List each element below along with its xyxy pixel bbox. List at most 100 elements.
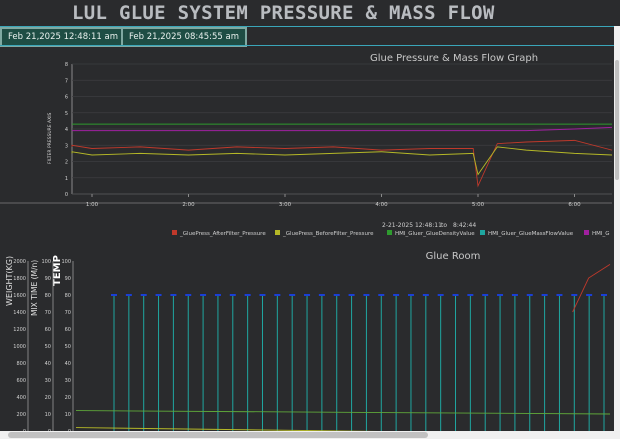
- chart1-series-line: [71, 146, 613, 176]
- chart1-grid: [0, 63, 612, 204]
- glue-room-tick-label: 40: [65, 361, 71, 367]
- pulse-marker: [511, 294, 518, 296]
- pulse-marker: [407, 294, 414, 296]
- glue-room-tick-label: 600: [16, 378, 26, 384]
- chart1-series: [71, 123, 613, 188]
- glue-room-tick-label: 100: [41, 259, 51, 265]
- chart1-x-tick-label: 2:00: [182, 202, 195, 208]
- legend-item: HMI_Gluer_GlueDensityValue: [395, 231, 475, 237]
- pulse-marker: [526, 294, 533, 296]
- glue-room-tick-label: 1400: [13, 310, 26, 316]
- pulse-marker: [497, 294, 504, 296]
- horizontal-scrollbar-thumb[interactable]: [8, 432, 428, 438]
- glue-room-tick-label: 400: [16, 395, 26, 401]
- chart1-x-tick-label: 1:00: [86, 202, 99, 208]
- chart1-y-tick-label: 0: [65, 192, 68, 198]
- glue-room-tick-label: 20: [45, 395, 51, 401]
- glue-room-tick-label: 80: [45, 293, 51, 299]
- chart1-x-ticks: 1:00 2:00 3:00 4:00 5:00 6:00: [86, 194, 581, 208]
- pulse-marker: [363, 294, 370, 296]
- pulse-marker: [289, 294, 296, 296]
- pulse-marker: [111, 294, 117, 296]
- pulse-marker: [571, 294, 578, 296]
- legend-item: HMI_Gluer_GlueMassFlowValue: [488, 231, 574, 237]
- chart2-title: Glue Room: [426, 251, 481, 262]
- start-date-button[interactable]: Feb 21,2025 12:48:11 am: [0, 27, 126, 47]
- chart1-x-tick-label: 4:00: [375, 202, 388, 208]
- pulse-marker: [452, 294, 459, 296]
- glue-room-tick-label: 70: [65, 310, 71, 316]
- chart2-axes: 0200400600800100012001400160018002000010…: [13, 259, 74, 431]
- pulse-marker: [348, 294, 355, 296]
- page-title: LUL GLUE SYSTEM PRESSURE & MASS FLOW: [72, 2, 495, 24]
- chart1-y-tick-label: 2: [65, 160, 68, 166]
- glue-room-tick-label: 1800: [13, 276, 26, 282]
- header-bar: LUL GLUE SYSTEM PRESSURE & MASS FLOW: [0, 0, 620, 26]
- pulse-marker: [259, 294, 266, 296]
- legend-item: _GluePress_BeforeFilter_Pressure: [282, 231, 374, 237]
- chart2-series: [75, 264, 611, 431]
- pulse-marker: [304, 294, 311, 296]
- chart1-range-from: 2-21-2025 12:48:11: [382, 222, 442, 229]
- glue-room-tick-label: 90: [45, 276, 51, 282]
- legend-swatch: [172, 230, 177, 235]
- pulse-marker: [155, 294, 162, 296]
- pulse-marker: [244, 294, 251, 296]
- mixtime-axis-label: MIX TIME (M/n): [30, 260, 39, 316]
- chart1-range-to-label: to: [441, 222, 447, 229]
- legend-swatch: [275, 230, 280, 235]
- legend-item: _GluePress_AfterFilter_Pressure: [179, 231, 266, 237]
- pressure-massflow-chart: Glue Pressure & Mass Flow Graph FILTER P…: [0, 53, 613, 237]
- chart1-y-tick-label: 7: [65, 78, 68, 84]
- pulse-marker: [541, 294, 548, 296]
- glue-room-tick-label: 60: [65, 327, 71, 333]
- end-date-button[interactable]: Feb 21,2025 08:45:55 am: [121, 27, 247, 47]
- glue-room-tick-label: 30: [65, 378, 71, 384]
- glue-room-tick-label: 80: [65, 293, 71, 299]
- chart1-x-tick-label: 6:00: [568, 202, 581, 208]
- legend-swatch: [584, 230, 589, 235]
- glue-room-tick-label: 50: [65, 344, 71, 350]
- pulse-marker: [586, 294, 593, 296]
- glue-room-tick-label: 1200: [13, 327, 26, 333]
- pulse-marker: [170, 294, 177, 296]
- glue-room-tick-label: 30: [45, 378, 51, 384]
- glue-room-tick-label: 40: [45, 361, 51, 367]
- pulse-marker: [200, 294, 207, 296]
- glue-room-tick-label: 2000: [13, 259, 26, 265]
- pulse-marker: [318, 294, 325, 296]
- pulse-marker: [422, 294, 429, 296]
- pulse-marker: [556, 294, 563, 296]
- chart1-y-tick-label: 4: [65, 127, 68, 133]
- pulse-marker: [229, 294, 236, 296]
- glue-room-tick-label: 60: [45, 327, 51, 333]
- legend-item: HMI_G: [592, 231, 610, 237]
- glue-room-tick-label: 100: [61, 259, 71, 265]
- glue-room-tick-label: 1000: [13, 344, 26, 350]
- pulse-marker: [437, 294, 444, 296]
- pulse-marker: [125, 294, 132, 296]
- chart1-y-tick-label: 6: [65, 95, 68, 101]
- pulse-marker: [274, 294, 281, 296]
- pulse-marker: [601, 294, 607, 296]
- pulse-marker: [482, 294, 489, 296]
- glue-room-tick-label: 200: [16, 412, 26, 418]
- glue-room-chart: Glue Room WEIGHT(KG) MIX TIME (M/n) TEMP…: [5, 251, 611, 431]
- chart1-x-tick-label: 5:00: [472, 202, 485, 208]
- glue-room-tick-label: 10: [45, 412, 51, 418]
- pulse-marker: [185, 294, 192, 296]
- legend-swatch: [387, 230, 392, 235]
- chart1-range-to: 8:42:44: [453, 222, 476, 229]
- pulse-marker: [467, 294, 474, 296]
- glue-room-tick-label: 800: [16, 361, 26, 367]
- chart1-title: Glue Pressure & Mass Flow Graph: [370, 53, 538, 64]
- vertical-scrollbar-thumb[interactable]: [615, 60, 619, 180]
- chart1-y-tick-label: 5: [65, 111, 68, 117]
- glue-room-tick-label: 90: [65, 276, 71, 282]
- glue-room-tick-label: 70: [45, 310, 51, 316]
- chart1-ylabel: FILTER PRESSURE AXIS: [47, 112, 53, 164]
- chart1-y-tick-label: 8: [65, 62, 68, 68]
- pulse-marker: [333, 294, 340, 296]
- glue-room-tick-label: 1600: [13, 293, 26, 299]
- chart1-legend: _GluePress_AfterFilter_Pressure _GluePres…: [172, 230, 610, 237]
